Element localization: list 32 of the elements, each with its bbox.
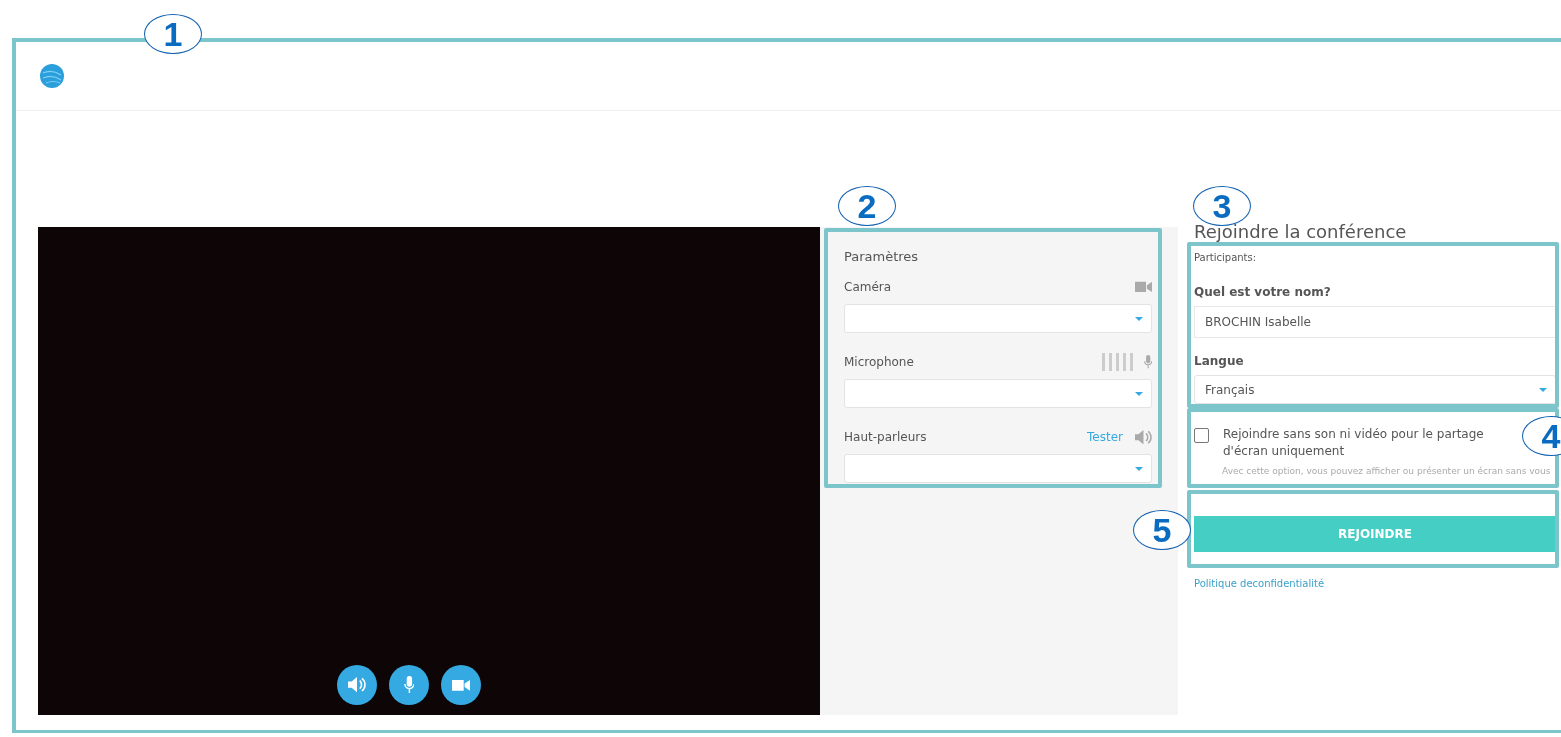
microphone-icon bbox=[403, 676, 415, 694]
video-camera-icon bbox=[452, 678, 470, 692]
speaker-icon bbox=[1135, 429, 1152, 445]
caret-icon bbox=[1135, 391, 1143, 396]
checkbox-label: Rejoindre sans son ni vidéo pour le partage d'écran uniquement bbox=[1223, 426, 1485, 460]
privacy-link[interactable]: Politique deconfidentialité bbox=[1194, 578, 1556, 589]
callout-number: 4 bbox=[1522, 416, 1561, 456]
camera-toggle-button[interactable] bbox=[441, 665, 481, 705]
video-camera-icon bbox=[1135, 281, 1152, 293]
language-label: Langue bbox=[1194, 354, 1245, 368]
name-input[interactable]: BROCHIN Isabelle bbox=[1194, 306, 1556, 338]
settings-title: Paramètres bbox=[844, 249, 920, 264]
caret-icon bbox=[1135, 316, 1143, 321]
device-label: Microphone bbox=[844, 355, 914, 369]
globe-logo-icon bbox=[40, 64, 64, 88]
language-select[interactable]: Français bbox=[1194, 375, 1556, 404]
microphone-icon bbox=[1143, 355, 1152, 369]
name-label: Quel est votre nom? bbox=[1194, 285, 1332, 299]
participants-label: Participants: bbox=[1194, 252, 1258, 263]
caret-icon bbox=[1539, 387, 1547, 392]
checkbox[interactable] bbox=[1194, 428, 1209, 443]
join-button[interactable]: REJOINDRE bbox=[1194, 516, 1556, 552]
test-link[interactable]: Tester bbox=[1087, 430, 1123, 444]
caret-icon bbox=[1135, 466, 1143, 471]
device-label: Haut-parleurs bbox=[844, 430, 927, 444]
callout-number: 1 bbox=[144, 14, 202, 54]
speaker-icon bbox=[348, 677, 366, 693]
option-hint: Avec cette option, vous pouvez afficher ou présenter un écran sans vous bbox=[1222, 466, 1552, 476]
callout-number: 2 bbox=[838, 186, 896, 226]
microphone-toggle-button[interactable] bbox=[389, 665, 429, 705]
speaker-toggle-button[interactable] bbox=[337, 665, 377, 705]
device-label: Caméra bbox=[844, 280, 892, 294]
